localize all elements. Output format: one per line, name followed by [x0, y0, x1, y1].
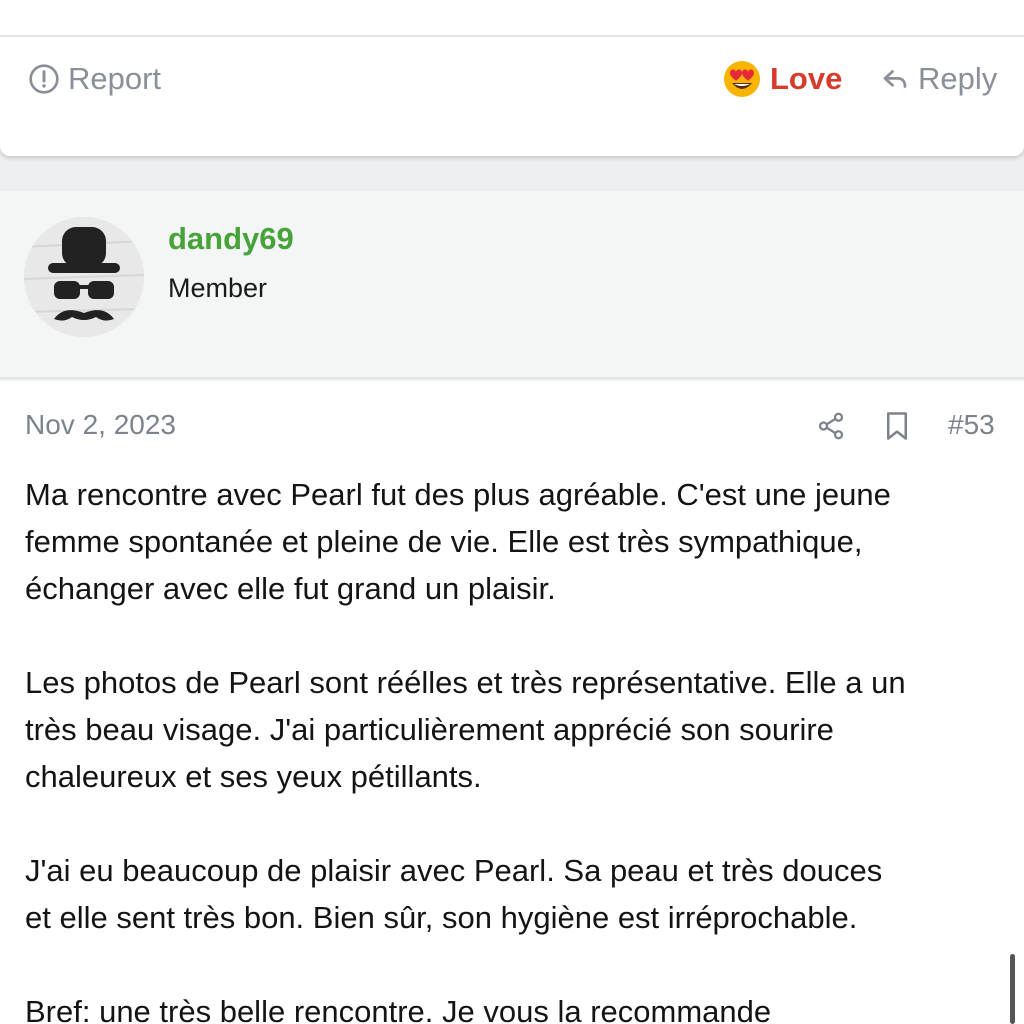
text-line: très beau visage. J'ai particulièrement … — [25, 712, 834, 747]
text-line: échanger avec elle fut grand un plaisir. — [25, 571, 556, 606]
bookmark-icon[interactable] — [884, 411, 910, 441]
paragraph: Les photos de Pearl sont réélles et très… — [25, 659, 1010, 800]
paragraph: Bref: une très belle rencontre. Je vous … — [25, 988, 1010, 1024]
paragraph: J'ai eu beaucoup de plaisir avec Pearl. … — [25, 847, 1010, 941]
heart-eyes-emoji-icon — [724, 61, 760, 97]
text-line: Bref: une très belle rencontre. Je vous … — [25, 994, 772, 1024]
paragraph: Ma rencontre avec Pearl fut des plus agr… — [25, 471, 1010, 612]
share-icon[interactable] — [816, 411, 846, 441]
author-title: Member — [168, 273, 268, 303]
post-author-header: dandy69 Member — [0, 191, 1024, 379]
text-line: Ma rencontre avec Pearl fut des plus agr… — [25, 477, 891, 512]
alert-circle-icon — [29, 64, 59, 94]
text-line: J'ai eu beaucoup de plaisir avec Pearl. … — [25, 853, 883, 888]
text-line: chaleureux et ses yeux pétillants. — [25, 759, 482, 794]
post-body: Ma rencontre avec Pearl fut des plus agr… — [25, 471, 1010, 1024]
avatar[interactable] — [24, 217, 144, 337]
previous-post-card: Report Love Reply — [0, 0, 1024, 156]
text-line: femme spontanée et pleine de vie. Elle e… — [25, 524, 863, 559]
post-actions-bar: Report Love Reply — [0, 37, 1024, 156]
reply-label: Reply — [918, 61, 998, 96]
report-button[interactable]: Report — [28, 59, 161, 99]
text-line: et elle sent très bon. Bien sûr, son hyg… — [25, 900, 858, 935]
text-line: Les photos de Pearl sont réélles et très… — [25, 665, 906, 700]
post-message: Nov 2, 2023 #53 Ma rencontre avec Pearl … — [0, 381, 1024, 1024]
love-reaction-button[interactable]: Love — [722, 59, 842, 99]
post-date[interactable]: Nov 2, 2023 — [25, 409, 176, 441]
reply-icon — [883, 70, 907, 88]
author-username[interactable]: dandy69 — [168, 221, 294, 257]
reply-button[interactable]: Reply — [880, 59, 997, 99]
post-number-link[interactable]: #53 — [948, 409, 995, 441]
scrollbar-thumb[interactable] — [1010, 954, 1015, 1024]
dandy-avatar-icon — [24, 217, 144, 337]
report-label: Report — [68, 61, 162, 96]
love-label: Love — [770, 61, 843, 96]
